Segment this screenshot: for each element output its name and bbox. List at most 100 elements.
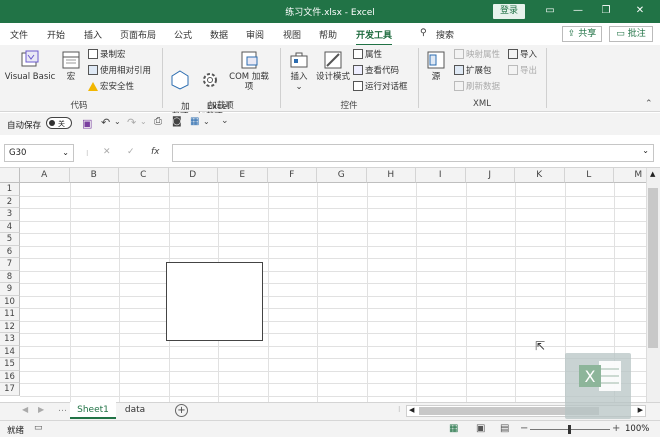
split-handle-icon[interactable]: ⁝ — [398, 405, 401, 414]
row-header-11[interactable]: 11 — [0, 308, 20, 321]
expand-formula-bar-icon[interactable]: ⌄ — [642, 146, 649, 155]
tab-data[interactable]: 数据 — [210, 28, 228, 41]
macros-button[interactable]: 宏 — [58, 49, 84, 82]
tab-review[interactable]: 审阅 — [246, 28, 264, 41]
row-header-4[interactable]: 4 — [0, 220, 20, 233]
camera-icon[interactable]: ◙ — [172, 116, 182, 127]
minimize-icon[interactable]: — — [568, 3, 588, 19]
column-header-l[interactable]: L — [564, 168, 614, 183]
normal-view-icon[interactable]: ▦ — [449, 423, 458, 434]
zoom-in-icon[interactable]: + — [612, 423, 620, 434]
column-header-f[interactable]: F — [267, 168, 317, 183]
column-header-k[interactable]: K — [515, 168, 565, 183]
relative-reference-button[interactable]: 使用相对引用 — [88, 65, 151, 77]
vertical-scrollbar[interactable]: ▲ — [646, 168, 660, 402]
row-header-7[interactable]: 7 — [0, 258, 20, 271]
chevron-down-icon[interactable]: ⌄ — [62, 145, 69, 161]
page-layout-view-icon[interactable]: ▣ — [476, 423, 485, 434]
column-header-e[interactable]: E — [218, 168, 268, 183]
undo-dropdown-icon[interactable]: ⌄ — [114, 117, 121, 126]
expansion-packs-button[interactable]: 扩展包 — [454, 65, 492, 77]
column-header-h[interactable]: H — [366, 168, 416, 183]
selected-range-box[interactable] — [166, 262, 263, 341]
zoom-slider-thumb[interactable] — [568, 425, 571, 434]
tab-page-layout[interactable]: 页面布局 — [120, 28, 156, 41]
sheet-tab-data[interactable]: data — [120, 402, 150, 419]
column-header-a[interactable]: A — [20, 168, 70, 183]
row-header-5[interactable]: 5 — [0, 233, 20, 246]
enter-icon[interactable]: ✓ — [127, 147, 135, 157]
tab-file[interactable]: 文件 — [10, 28, 28, 41]
properties-button[interactable]: 属性 — [353, 49, 382, 61]
tab-formulas[interactable]: 公式 — [174, 28, 192, 41]
print-preview-icon[interactable]: ⎙ — [154, 116, 162, 127]
ribbon-display-options-icon[interactable]: ▭ — [540, 3, 560, 19]
accessibility-icon[interactable]: ▭ — [34, 423, 43, 433]
comments-button[interactable]: ▭ 批注 — [609, 26, 653, 42]
worksheet-grid[interactable]: ABCDEFGHIJKLM 1 2 3 4 5 6 7 8 9 10 11 12 13 14 15 16 17 … — [0, 168, 646, 402]
cancel-icon[interactable]: ✕ — [103, 147, 111, 157]
column-header-c[interactable]: C — [119, 168, 169, 183]
search-icon[interactable]: ⚲ — [420, 28, 427, 38]
row-header-9[interactable]: 9 — [0, 283, 20, 296]
borders-icon[interactable]: ▦ — [190, 116, 199, 127]
refresh-data-button[interactable]: 刷新数据 — [454, 81, 500, 93]
xml-source-button[interactable]: 源 — [424, 49, 448, 82]
prev-sheet-icon[interactable]: ◀ — [22, 405, 28, 414]
login-button[interactable]: 登录 — [493, 4, 525, 19]
column-header-g[interactable]: G — [317, 168, 367, 183]
row-header-16[interactable]: 16 — [0, 370, 20, 383]
sheet-tab-sheet1[interactable]: Sheet1 — [70, 402, 116, 419]
row-header-15[interactable]: 15 — [0, 358, 20, 371]
design-mode-button[interactable]: 设计模式 — [316, 49, 350, 82]
insert-function-button[interactable]: fx — [151, 147, 160, 157]
redo-dropdown-icon[interactable]: ⌄ — [140, 117, 147, 126]
export-button[interactable]: 导出 — [508, 65, 537, 77]
tab-view[interactable]: 视图 — [283, 28, 301, 41]
tab-help[interactable]: 帮助 — [319, 28, 337, 41]
record-macro-button[interactable]: 录制宏 — [88, 49, 126, 61]
zoom-out-icon[interactable]: − — [520, 423, 528, 434]
undo-icon[interactable]: ↶ — [101, 116, 110, 129]
view-code-button[interactable]: 查看代码 — [353, 65, 399, 77]
customize-qat-icon[interactable]: ⌄ — [221, 116, 229, 126]
visual-basic-button[interactable]: Visual Basic — [4, 49, 56, 82]
column-header-j[interactable]: J — [465, 168, 515, 183]
next-sheet-icon[interactable]: ▶ — [38, 405, 44, 414]
map-properties-button[interactable]: 映射属性 — [454, 49, 500, 61]
run-dialog-button[interactable]: 运行对话框 — [353, 81, 408, 93]
row-header-1[interactable]: 1 — [0, 183, 20, 196]
row-header-12[interactable]: 12 — [0, 320, 20, 333]
close-icon[interactable]: ✕ — [630, 3, 650, 19]
tab-home[interactable]: 开始 — [47, 28, 65, 41]
macro-security-button[interactable]: 宏安全性 — [88, 81, 134, 93]
add-sheet-icon[interactable]: + — [175, 404, 188, 417]
com-addins-button[interactable]: COM 加载项 — [225, 49, 273, 92]
zoom-level[interactable]: 100% — [625, 424, 649, 434]
row-header-13[interactable]: 13 — [0, 333, 20, 346]
column-header-b[interactable]: B — [69, 168, 119, 183]
scroll-up-icon[interactable]: ▲ — [650, 170, 655, 178]
scroll-right-icon[interactable]: ▶ — [638, 406, 643, 414]
row-header-17[interactable]: 17 — [0, 383, 20, 396]
tab-insert[interactable]: 插入 — [84, 28, 102, 41]
restore-icon[interactable]: ❐ — [596, 3, 616, 19]
tab-more-icon[interactable]: … — [58, 404, 67, 414]
formula-input[interactable]: ⌄ — [172, 144, 654, 162]
import-button[interactable]: 导入 — [508, 49, 537, 61]
autosave-toggle[interactable]: 关 — [46, 117, 72, 129]
row-header-6[interactable]: 6 — [0, 245, 20, 258]
column-header-i[interactable]: I — [416, 168, 466, 183]
row-header-2[interactable]: 2 — [0, 195, 20, 208]
insert-control-button[interactable]: 插入 ⌄ — [284, 49, 314, 92]
page-break-view-icon[interactable]: ▤ — [500, 423, 509, 434]
row-header-14[interactable]: 14 — [0, 345, 20, 358]
save-icon[interactable]: ▣ — [82, 117, 92, 130]
select-all-button[interactable] — [0, 168, 20, 183]
collapse-ribbon-icon[interactable]: ⌃ — [645, 99, 653, 109]
column-header-d[interactable]: D — [168, 168, 218, 183]
column-header-m[interactable]: M — [614, 168, 646, 183]
row-header-3[interactable]: 3 — [0, 208, 20, 221]
share-button[interactable]: ⇪ 共享 — [562, 26, 602, 42]
tab-search[interactable]: 搜索 — [436, 28, 454, 41]
